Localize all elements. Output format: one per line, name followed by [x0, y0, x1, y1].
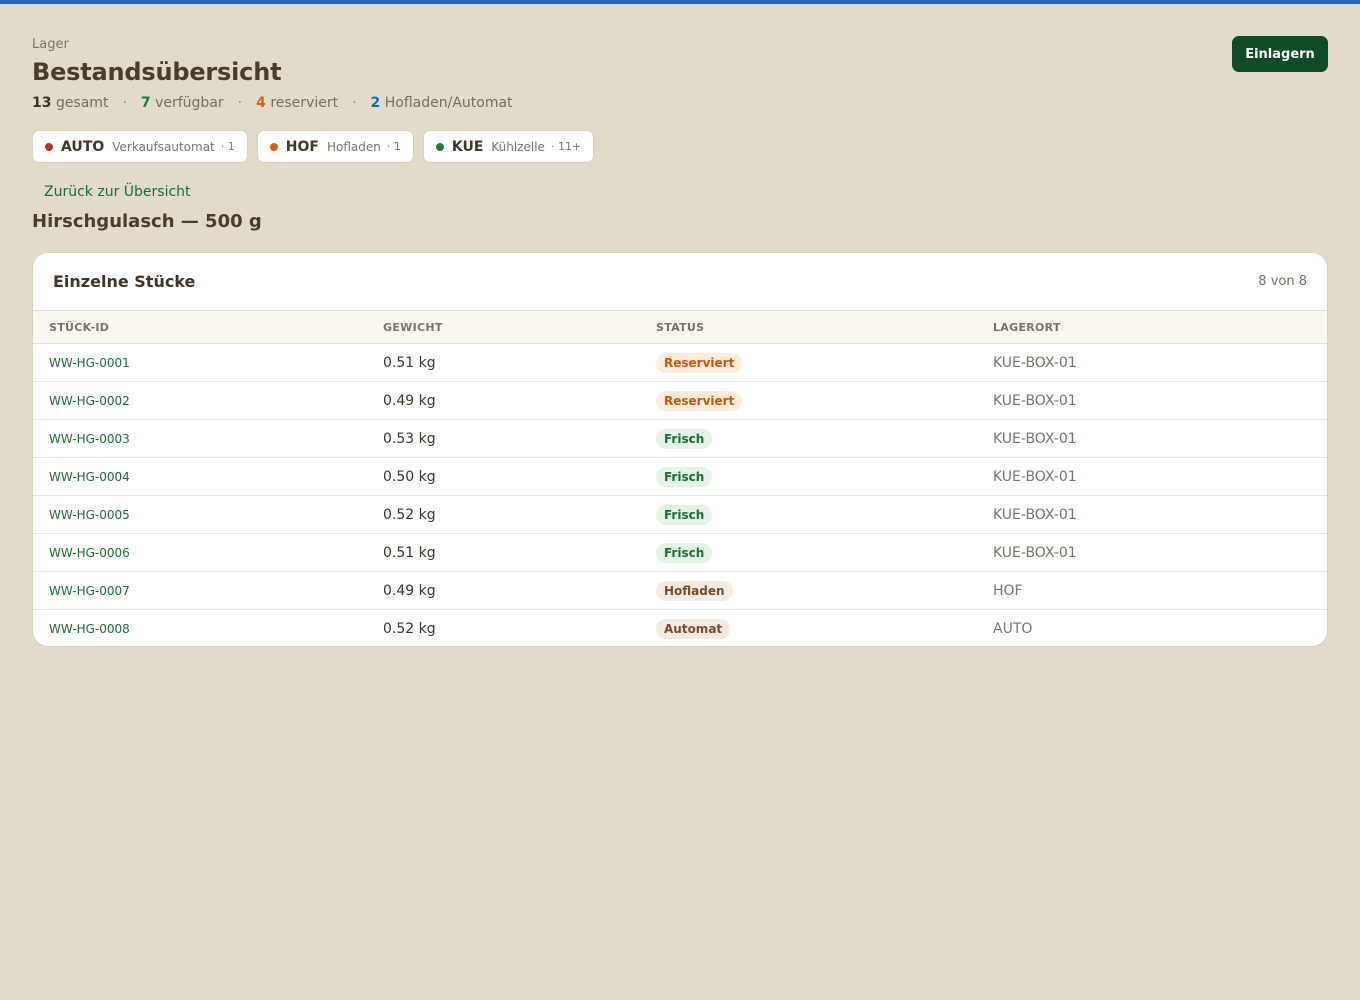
item-weight: 0.49 kg	[383, 393, 436, 409]
separator: ·	[122, 95, 127, 111]
item-weight: 0.50 kg	[383, 469, 436, 485]
status-badge: Frisch	[656, 543, 713, 563]
column-header-location[interactable]: LAGERORT	[993, 321, 1061, 334]
separator: ·	[352, 95, 357, 111]
item-id-link[interactable]: WW-HG-0001	[49, 344, 130, 382]
location-chip-auto[interactable]: AUTO Verkaufsautomat · 1	[32, 130, 248, 163]
available-label: verfügbar	[155, 95, 224, 111]
item-location: AUTO	[993, 621, 1033, 637]
location-chip-hof[interactable]: HOF Hofladen · 1	[256, 130, 414, 163]
table-row[interactable]: WW-HG-0005 0.52 kg Frisch KUE-BOX-01	[33, 496, 1327, 534]
item-weight: 0.51 kg	[383, 545, 436, 561]
product-title: Hirschgulasch — 500 g	[32, 211, 262, 232]
location-count: · 1	[386, 140, 401, 153]
item-id-link[interactable]: WW-HG-0006	[49, 534, 130, 572]
location-name: Hofladen	[326, 139, 381, 154]
status-badge: Frisch	[656, 429, 713, 449]
table-row[interactable]: WW-HG-0001 0.51 kg Reserviert KUE-BOX-01	[33, 344, 1327, 382]
page-title: Bestandsübersicht	[32, 58, 282, 86]
status-badge: Hofladen	[656, 581, 733, 601]
item-id-link[interactable]: WW-HG-0008	[49, 610, 130, 646]
location-code: KUE	[451, 138, 484, 155]
item-weight: 0.52 kg	[383, 621, 436, 637]
item-status-cell: Frisch	[656, 420, 713, 458]
items-card: Einzelne Stücke 8 von 8 STÜCK-ID GEWICHT…	[32, 252, 1328, 647]
table-row[interactable]: WW-HG-0007 0.49 kg Hofladen HOF	[33, 572, 1327, 610]
table-body: WW-HG-0001 0.51 kg Reserviert KUE-BOX-01 WW-…	[33, 344, 1327, 646]
hof-count: 2	[370, 95, 381, 111]
table-row[interactable]: WW-HG-0008 0.52 kg Automat AUTO	[33, 610, 1327, 646]
location-code: AUTO	[61, 138, 105, 155]
column-header-weight[interactable]: GEWICHT	[383, 321, 443, 334]
table-row[interactable]: WW-HG-0002 0.49 kg Reserviert KUE-BOX-01	[33, 382, 1327, 420]
available-count: 7	[140, 95, 151, 111]
item-id-link[interactable]: WW-HG-0002	[49, 382, 130, 420]
item-weight: 0.51 kg	[383, 355, 436, 371]
item-status-cell: Reserviert	[656, 344, 743, 382]
item-status-cell: Reserviert	[656, 382, 743, 420]
status-dot-icon	[269, 142, 278, 151]
item-location: KUE-BOX-01	[993, 393, 1077, 409]
item-id-link[interactable]: WW-HG-0007	[49, 572, 130, 610]
store-item-button[interactable]: Einlagern	[1232, 36, 1328, 72]
item-location: KUE-BOX-01	[993, 545, 1077, 561]
back-to-overview-link[interactable]: Zurück zur Übersicht	[44, 184, 191, 200]
status-badge: Frisch	[656, 467, 713, 487]
top-accent-bar	[0, 0, 1360, 4]
item-id-link[interactable]: WW-HG-0004	[49, 458, 130, 496]
item-status-cell: Frisch	[656, 534, 713, 572]
location-count: · 11+	[550, 140, 582, 153]
table-row[interactable]: WW-HG-0004 0.50 kg Frisch KUE-BOX-01	[33, 458, 1327, 496]
status-badge: Automat	[656, 619, 731, 639]
table-row[interactable]: WW-HG-0003 0.53 kg Frisch KUE-BOX-01	[33, 420, 1327, 458]
location-count: · 1	[220, 140, 235, 153]
item-location: KUE-BOX-01	[993, 469, 1077, 485]
table-row[interactable]: WW-HG-0006 0.51 kg Frisch KUE-BOX-01	[33, 534, 1327, 572]
item-weight: 0.53 kg	[383, 431, 436, 447]
status-badge: Reserviert	[656, 353, 743, 373]
location-filter-chips: AUTO Verkaufsautomat · 1 HOF Hofladen · …	[32, 130, 595, 163]
items-count: 8 von 8	[1258, 274, 1307, 289]
breadcrumb: Lager	[32, 37, 69, 52]
item-location: HOF	[993, 583, 1023, 599]
separator: ·	[237, 95, 243, 111]
item-status-cell: Automat	[656, 610, 731, 646]
location-code: HOF	[285, 138, 319, 155]
item-id-link[interactable]: WW-HG-0005	[49, 496, 130, 534]
item-id-link[interactable]: WW-HG-0003	[49, 420, 130, 458]
item-weight: 0.52 kg	[383, 507, 436, 523]
total-label: gesamt	[55, 95, 109, 111]
status-dot-icon	[45, 142, 53, 151]
item-weight: 0.49 kg	[383, 583, 436, 599]
status-dot-icon	[435, 142, 444, 151]
reserved-count: 4	[256, 95, 266, 111]
status-badge: Frisch	[656, 505, 713, 525]
item-status-cell: Frisch	[656, 496, 713, 534]
card-header: Einzelne Stücke 8 von 8	[33, 253, 1327, 310]
item-location: KUE-BOX-01	[993, 431, 1077, 447]
item-location: KUE-BOX-01	[993, 355, 1077, 371]
location-name: Kühlzelle	[491, 139, 545, 154]
card-title: Einzelne Stücke	[53, 272, 196, 291]
status-badge: Reserviert	[656, 391, 743, 411]
stock-summary: 13 gesamt · 7 verfügbar · 4 reserviert ·…	[32, 95, 513, 111]
item-status-cell: Frisch	[656, 458, 713, 496]
hof-label: Hofladen/Automat	[384, 95, 513, 111]
item-location: KUE-BOX-01	[993, 507, 1077, 523]
location-name: Verkaufsautomat	[112, 139, 215, 154]
total-count: 13	[32, 95, 52, 111]
reserved-label: reserviert	[270, 95, 339, 111]
column-header-status[interactable]: STATUS	[656, 321, 704, 334]
item-status-cell: Hofladen	[656, 572, 733, 610]
location-chip-kue[interactable]: KUE Kühlzelle · 11+	[422, 130, 595, 163]
table-header: STÜCK-ID GEWICHT STATUS LAGERORT	[33, 310, 1327, 344]
column-header-id[interactable]: STÜCK-ID	[49, 321, 109, 334]
